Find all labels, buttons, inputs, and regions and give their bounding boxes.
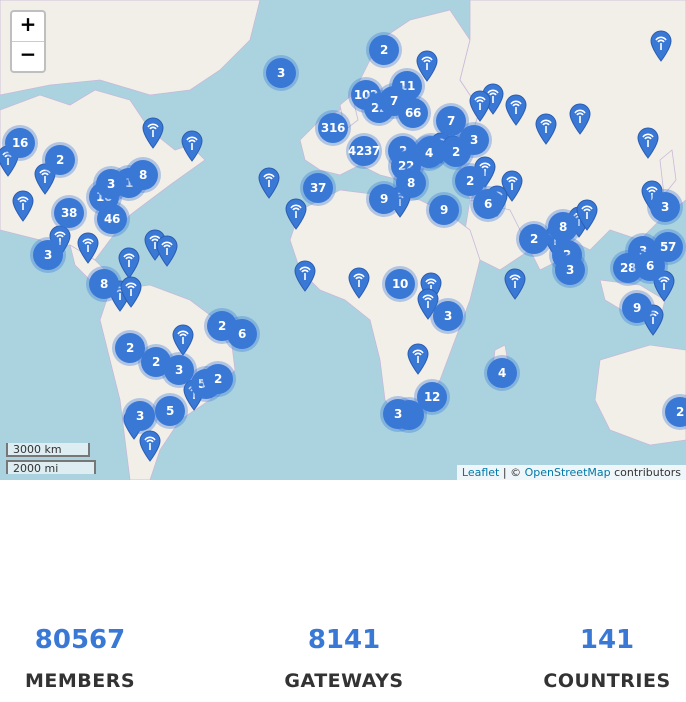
map-attribution: Leaflet | © OpenStreetMap contributors [456, 465, 686, 480]
gateway-pin-icon[interactable] [535, 113, 557, 145]
gateway-pin-icon[interactable] [77, 232, 99, 264]
land-layer [0, 0, 686, 480]
cluster-marker[interactable]: 66 [398, 98, 428, 128]
cluster-marker[interactable]: 5 [155, 396, 185, 426]
cluster-marker[interactable]: 10 [385, 269, 415, 299]
gateway-pin-icon[interactable] [142, 117, 164, 149]
gateway-pin-icon[interactable] [118, 247, 140, 279]
attribution-separator: | © [499, 466, 525, 479]
gateway-pin-icon[interactable] [576, 199, 598, 231]
stats-bar: 80567 MEMBERS 8141 GATEWAYS 141 COUNTRIE… [0, 620, 686, 702]
gateway-pin-icon[interactable] [650, 30, 672, 62]
stat-gateways: 8141 GATEWAYS [254, 620, 434, 692]
world-map[interactable]: + − 231021122766316716242372224231168163… [0, 0, 686, 480]
gateway-pin-icon[interactable] [294, 260, 316, 292]
cluster-marker[interactable]: 316 [318, 113, 348, 143]
gateway-pin-icon[interactable] [469, 90, 491, 122]
cluster-marker[interactable]: 3 [33, 240, 63, 270]
cluster-marker[interactable]: 37 [303, 173, 333, 203]
osm-link[interactable]: OpenStreetMap [525, 466, 611, 479]
gateway-pin-icon[interactable] [12, 190, 34, 222]
zoom-out-button[interactable]: − [12, 41, 44, 71]
cluster-marker[interactable]: 4 [414, 138, 444, 168]
stat-countries: 141 COUNTRIES [517, 620, 686, 692]
cluster-marker[interactable]: 8 [89, 269, 119, 299]
cluster-marker[interactable]: 38 [54, 198, 84, 228]
gateway-pin-icon[interactable] [504, 268, 526, 300]
cluster-marker[interactable]: 8 [548, 212, 578, 242]
gateway-pin-icon[interactable] [156, 235, 178, 267]
cluster-marker[interactable]: 3 [459, 125, 489, 155]
stat-gateways-value: 8141 [307, 625, 381, 655]
cluster-marker[interactable]: 4 [487, 358, 517, 388]
cluster-marker[interactable]: 2 [369, 35, 399, 65]
cluster-marker[interactable]: 3 [164, 355, 194, 385]
cluster-marker[interactable]: 16 [5, 128, 35, 158]
cluster-marker[interactable]: 9 [622, 293, 652, 323]
gateway-pin-icon[interactable] [285, 198, 307, 230]
zoom-control: + − [10, 10, 46, 73]
gateway-pin-icon[interactable] [120, 276, 142, 308]
gateway-pin-icon[interactable] [172, 324, 194, 356]
cluster-marker[interactable]: 9 [429, 195, 459, 225]
gateway-pin-icon[interactable] [139, 430, 161, 462]
cluster-marker[interactable]: 2 [203, 364, 233, 394]
scale-bar-km: 3000 km [6, 443, 90, 457]
leaflet-link[interactable]: Leaflet [462, 466, 499, 479]
gateway-pin-icon[interactable] [348, 267, 370, 299]
cluster-marker[interactable]: 4237 [348, 136, 380, 166]
cluster-marker[interactable]: 6 [227, 319, 257, 349]
scale-bar-mi: 2000 mi [6, 460, 96, 475]
gateway-pin-icon[interactable] [637, 127, 659, 159]
stat-countries-value: 141 [579, 625, 635, 655]
cluster-marker[interactable]: 46 [97, 204, 127, 234]
cluster-marker[interactable]: 6 [473, 189, 503, 219]
cluster-marker[interactable]: 8 [396, 168, 426, 198]
cluster-marker[interactable]: 3 [433, 301, 463, 331]
stat-members-value: 80567 [34, 625, 126, 655]
cluster-marker[interactable]: 3 [555, 255, 585, 285]
cluster-marker[interactable]: 3 [125, 401, 155, 431]
gateway-pin-icon[interactable] [505, 94, 527, 126]
stat-members: 80567 MEMBERS [0, 620, 170, 692]
cluster-marker[interactable]: 3 [266, 58, 296, 88]
stat-countries-label: COUNTRIES [543, 670, 671, 692]
gateway-pin-icon[interactable] [181, 130, 203, 162]
cluster-marker[interactable]: 3 [650, 192, 680, 222]
cluster-marker[interactable]: 3 [96, 169, 126, 199]
cluster-marker[interactable]: 9 [369, 184, 399, 214]
cluster-marker[interactable]: 3 [383, 399, 413, 429]
cluster-marker[interactable]: 2 [45, 145, 75, 175]
cluster-marker[interactable]: 2 [519, 224, 549, 254]
stat-gateways-label: GATEWAYS [284, 670, 404, 692]
cluster-marker[interactable]: 8 [128, 160, 158, 190]
zoom-in-button[interactable]: + [12, 12, 44, 41]
attribution-suffix: contributors [610, 466, 681, 479]
cluster-marker[interactable]: 6 [635, 251, 665, 281]
gateway-pin-icon[interactable] [407, 343, 429, 375]
gateway-pin-icon[interactable] [258, 167, 280, 199]
stat-members-label: MEMBERS [24, 670, 136, 692]
gateway-pin-icon[interactable] [569, 103, 591, 135]
